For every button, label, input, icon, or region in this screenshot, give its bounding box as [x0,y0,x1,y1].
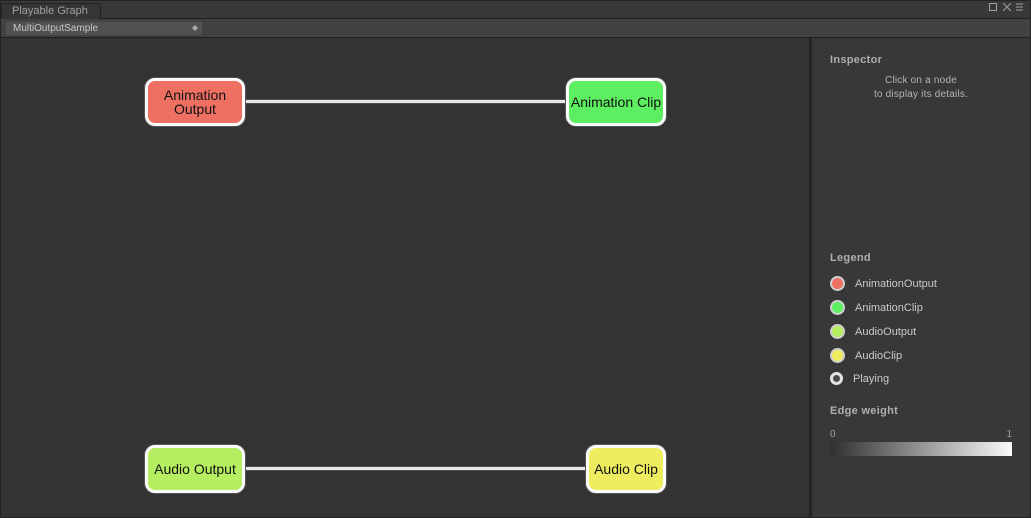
edge-weight-gradient[interactable] [830,442,1012,456]
legend-item-audio-output: AudioOutput [830,324,1012,339]
maximize-icon[interactable] [988,2,998,12]
swatch-icon [830,324,845,339]
edge-audio [244,467,588,470]
node-audio-output[interactable]: Audio Output [145,445,245,493]
graph-select-dropdown[interactable]: MultiOutputSample [5,21,203,36]
graph-canvas[interactable]: Animation Output Animation Clip Audio Ou… [1,38,812,517]
inspector-hint: Click on a node to display its details. [834,74,1008,102]
edge-anim [244,100,568,103]
legend-label: Playing [853,373,889,385]
menu-icon[interactable] [1016,2,1026,12]
chevron-updown-icon [191,25,199,31]
toolbar: MultiOutputSample [1,18,1030,38]
legend-label: AudioClip [855,350,902,362]
node-animation-clip[interactable]: Animation Clip [566,78,666,126]
legend-item-playing: Playing [830,372,1012,385]
node-audio-clip[interactable]: Audio Clip [586,445,666,493]
swatch-icon [830,300,845,315]
edge-weight-max: 1 [1006,429,1012,440]
swatch-icon [830,276,845,291]
legend-label: AnimationOutput [855,278,937,290]
node-label: Audio Output [154,462,236,476]
legend-item-audio-clip: AudioClip [830,348,1012,363]
legend-item-animation-clip: AnimationClip [830,300,1012,315]
edge-weight-min: 0 [830,429,836,440]
node-animation-output[interactable]: Animation Output [145,78,245,126]
legend-item-animation-output: AnimationOutput [830,276,1012,291]
edge-weight-scale: 0 1 [830,429,1012,440]
swatch-icon [830,348,845,363]
legend-list: AnimationOutput AnimationClip AudioOutpu… [830,276,1012,385]
legend-label: AudioOutput [855,326,916,338]
legend-label: AnimationClip [855,302,923,314]
node-label: Audio Clip [594,462,658,476]
swatch-icon [830,372,843,385]
close-icon[interactable] [1002,2,1012,12]
side-panel: Inspector Click on a node to display its… [812,38,1030,517]
inspector-header: Inspector [830,54,1012,66]
window-tab-strip: Playable Graph [1,1,1030,18]
graph-select-value: MultiOutputSample [13,23,98,34]
node-label: Animation Output [148,88,242,116]
node-label: Animation Clip [571,95,661,109]
window-tab[interactable]: Playable Graph [1,3,101,19]
legend-header: Legend [830,252,1012,264]
edge-weight-header: Edge weight [830,405,1012,417]
